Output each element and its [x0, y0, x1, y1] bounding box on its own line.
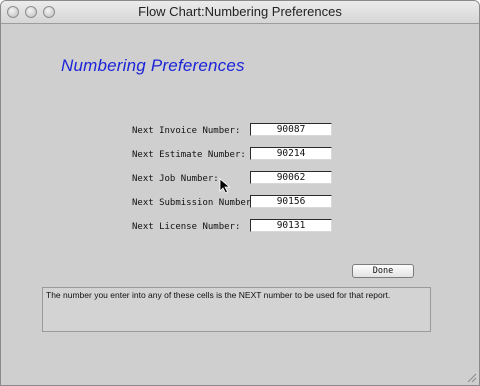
- submission-number-label: Next Submission Number:: [132, 198, 257, 208]
- content-area: Numbering Preferences Next Invoice Numbe…: [1, 24, 479, 385]
- invoice-number-label: Next Invoice Number:: [132, 126, 241, 136]
- job-number-label: Next Job Number:: [132, 174, 219, 184]
- help-note: The number you enter into any of these c…: [42, 287, 431, 332]
- page-heading: Numbering Preferences: [61, 56, 245, 75]
- license-number-label: Next License Number:: [132, 222, 241, 232]
- window: Flow Chart:Numbering Preferences Numberi…: [0, 0, 480, 386]
- submission-number-field[interactable]: 90156: [250, 195, 332, 208]
- estimate-number-label: Next Estimate Number:: [132, 150, 246, 160]
- done-button[interactable]: Done: [352, 264, 414, 278]
- title-bar[interactable]: Flow Chart:Numbering Preferences: [1, 1, 479, 24]
- job-number-field[interactable]: 90062: [250, 171, 332, 184]
- license-number-field[interactable]: 90131: [250, 219, 332, 232]
- invoice-number-field[interactable]: 90087: [250, 123, 332, 136]
- estimate-number-field[interactable]: 90214: [250, 147, 332, 160]
- arrow-cursor-icon: [219, 178, 231, 194]
- resize-grip-icon[interactable]: [467, 373, 477, 383]
- window-title: Flow Chart:Numbering Preferences: [138, 4, 342, 19]
